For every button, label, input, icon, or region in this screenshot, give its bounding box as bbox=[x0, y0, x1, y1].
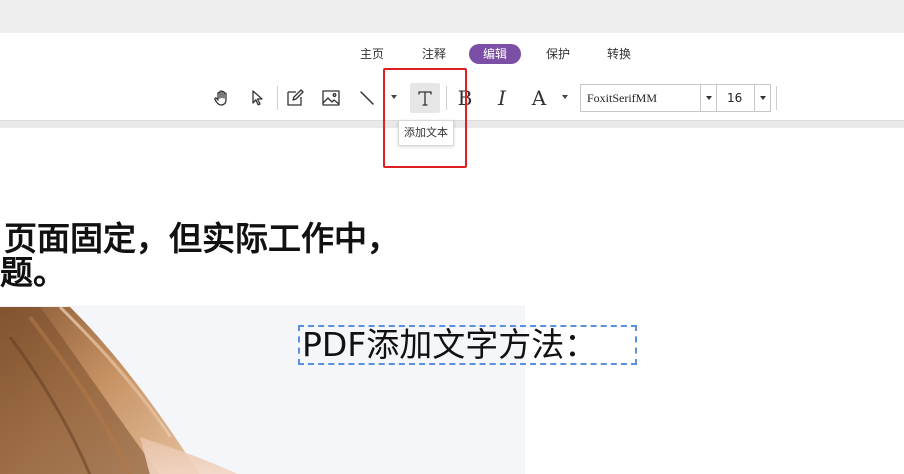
window-top-bar bbox=[0, 0, 904, 33]
font-size-select[interactable]: 16 bbox=[717, 84, 771, 112]
add-text-tooltip: 添加文本 bbox=[398, 120, 454, 146]
toolbar-separator bbox=[277, 86, 278, 110]
line-icon bbox=[360, 91, 374, 105]
pointer-icon bbox=[252, 90, 263, 106]
select-tool-button[interactable] bbox=[243, 83, 273, 113]
document-page: 页面固定，但实际工作中， 题。 PDF添加文字方法： bbox=[0, 128, 904, 474]
document-text-line: 题。 bbox=[0, 253, 66, 292]
tab-convert[interactable]: 转换 bbox=[599, 44, 639, 64]
tab-edit[interactable]: 编辑 bbox=[469, 44, 521, 64]
edit-box-icon bbox=[287, 89, 304, 106]
hand-icon bbox=[214, 90, 227, 106]
hand-tool-button[interactable] bbox=[207, 83, 237, 113]
font-color-dropdown-caret[interactable] bbox=[562, 95, 568, 99]
add-image-button[interactable] bbox=[316, 83, 346, 113]
italic-icon: I bbox=[498, 86, 506, 110]
ribbon-tabs: 主页 注释 编辑 保护 转换 bbox=[0, 44, 904, 64]
font-color-icon: A bbox=[531, 86, 547, 110]
add-text-icon bbox=[418, 91, 432, 106]
font-color-button[interactable]: A bbox=[524, 83, 554, 113]
tab-home[interactable]: 主页 bbox=[352, 44, 392, 64]
bold-button[interactable]: B bbox=[450, 83, 480, 113]
font-name-select[interactable]: FoxitSerifMM bbox=[580, 84, 717, 112]
toolbar-separator bbox=[446, 86, 447, 110]
text-box-editing[interactable]: PDF添加文字方法： bbox=[298, 325, 637, 365]
font-name-dropdown-button[interactable] bbox=[700, 85, 716, 111]
tab-protect[interactable]: 保护 bbox=[538, 44, 578, 64]
font-size-dropdown-button[interactable] bbox=[754, 85, 770, 111]
edit-object-button[interactable] bbox=[280, 83, 310, 113]
line-dropdown-caret[interactable] bbox=[391, 95, 397, 99]
add-text-button[interactable] bbox=[410, 83, 440, 113]
edit-toolbar: B I A FoxitSerifMM 16 bbox=[0, 83, 904, 113]
tab-comment[interactable]: 注释 bbox=[414, 44, 454, 64]
font-name-value: FoxitSerifMM bbox=[587, 91, 658, 105]
bold-icon: B bbox=[457, 86, 473, 110]
italic-button[interactable]: I bbox=[487, 83, 517, 113]
draw-line-button[interactable] bbox=[352, 83, 382, 113]
image-icon bbox=[322, 90, 340, 106]
text-box-content[interactable]: PDF添加文字方法： bbox=[302, 327, 597, 363]
font-size-value: 16 bbox=[727, 91, 743, 105]
toolbar-separator bbox=[776, 86, 777, 110]
ribbon: 主页 注释 编辑 保护 转换 B I A FoxitSerifMM 16 bbox=[0, 33, 904, 123]
